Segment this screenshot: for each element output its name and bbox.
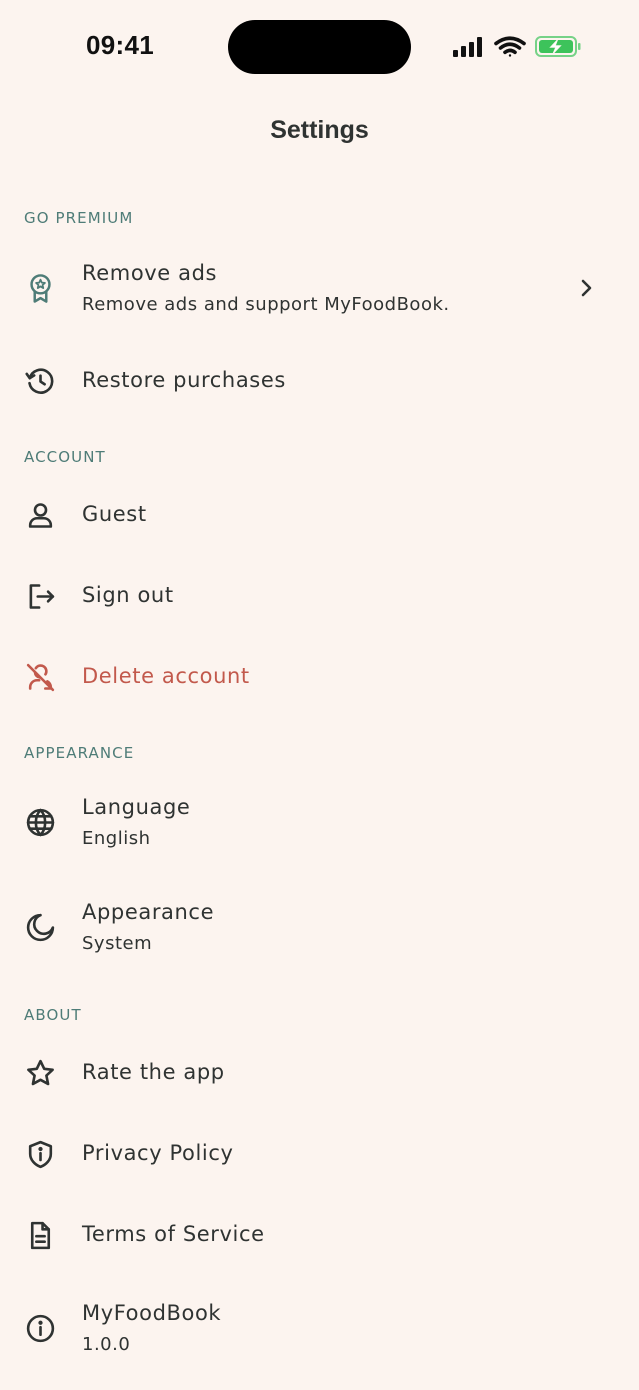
rate-app-label: Rate the app [82,1060,225,1084]
language-item[interactable]: Language English [0,784,639,864]
remove-ads-item[interactable]: Remove ads Remove ads and support MyFood… [0,250,639,330]
dynamic-island [228,20,411,74]
app-info-item[interactable]: MyFoodBook 1.0.0 [0,1290,639,1370]
sign-out-label: Sign out [82,583,174,607]
privacy-policy-label: Privacy Policy [82,1141,234,1165]
section-heading-premium: GO PREMIUM [24,209,134,227]
award-icon [24,272,57,305]
settings-screen: 09:41 Settings GO PREMIUM Remove ads Rem… [0,0,639,1390]
language-label: Language [82,795,191,819]
battery-charging-icon [535,36,581,57]
chevron-right-icon [576,277,596,299]
document-icon [24,1219,57,1252]
info-icon [24,1312,57,1345]
guest-item[interactable]: Guest [0,484,639,548]
guest-label: Guest [82,502,147,526]
terms-of-service-label: Terms of Service [82,1222,265,1246]
section-heading-appearance: APPEARANCE [24,744,135,762]
wifi-icon [494,36,526,57]
history-icon [24,365,57,398]
status-time: 09:41 [86,30,154,60]
appearance-value: System [82,933,153,954]
appearance-item[interactable]: Appearance System [0,889,639,969]
terms-of-service-item[interactable]: Terms of Service [0,1204,639,1268]
section-heading-about: ABOUT [24,1006,82,1024]
sign-out-icon [24,580,57,613]
section-heading-account: ACCOUNT [24,448,106,466]
cellular-signal-icon [453,37,482,57]
globe-icon [24,806,57,839]
restore-purchases-label: Restore purchases [82,368,286,392]
rate-app-item[interactable]: Rate the app [0,1042,639,1106]
moon-icon [24,911,57,944]
restore-purchases-item[interactable]: Restore purchases [0,350,639,414]
sign-out-item[interactable]: Sign out [0,565,639,629]
privacy-policy-item[interactable]: Privacy Policy [0,1123,639,1187]
user-off-icon [24,661,57,694]
remove-ads-subtitle: Remove ads and support MyFoodBook. [82,294,450,315]
page-title: Settings [270,116,369,144]
language-value: English [82,828,151,849]
user-icon [24,499,57,532]
status-icons [452,34,582,64]
app-name-label: MyFoodBook [82,1301,222,1325]
remove-ads-label: Remove ads [82,261,218,285]
shield-info-icon [24,1138,57,1171]
star-icon [24,1057,57,1090]
delete-account-item[interactable]: Delete account [0,646,639,710]
delete-account-label: Delete account [82,664,250,688]
appearance-label: Appearance [82,900,215,924]
app-version: 1.0.0 [82,1334,131,1355]
